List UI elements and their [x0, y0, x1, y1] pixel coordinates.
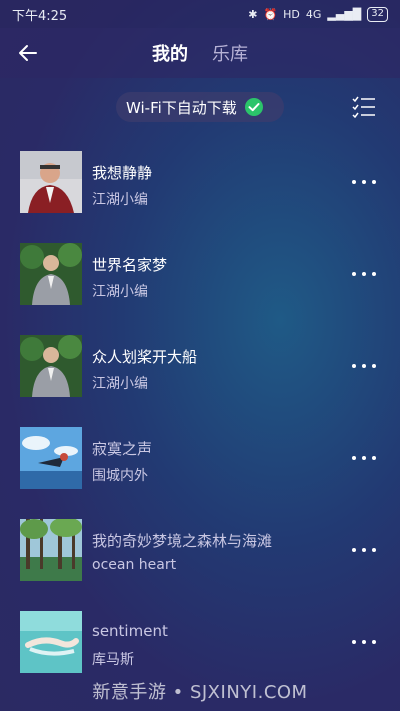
tab-bar: 我的 乐库	[0, 28, 400, 78]
song-title: 寂寞之声	[92, 440, 153, 458]
song-title: 我的奇妙梦境之森林与海滩	[92, 532, 273, 550]
song-artist: 库马斯	[92, 652, 134, 668]
alarm-icon: ⏰	[263, 7, 278, 21]
bluetooth-icon: ✱	[248, 7, 258, 21]
song-row[interactable]: 我的奇妙梦境之森林与海滩 ocean heart	[0, 518, 400, 610]
song-title: 我想静静	[92, 164, 153, 182]
album-cover	[20, 151, 82, 213]
album-cover	[20, 519, 82, 581]
multi-select-button[interactable]	[352, 96, 376, 119]
album-cover	[20, 427, 82, 489]
signal-icon: ▂▄▆█	[327, 7, 362, 21]
more-options-button[interactable]	[352, 454, 376, 462]
network-label: 4G	[305, 7, 322, 21]
song-row[interactable]: 寂寞之声 围城内外	[0, 426, 400, 518]
song-title: sentiment	[92, 622, 168, 640]
battery-icon: 32	[367, 6, 388, 22]
album-cover	[20, 611, 82, 673]
more-options-button[interactable]	[352, 362, 376, 370]
status-icons: ✱ ⏰ HD 4G ▂▄▆█ 32	[248, 6, 388, 22]
tab-mine[interactable]: 我的	[152, 40, 188, 66]
tab-library[interactable]: 乐库	[212, 40, 248, 66]
song-title: 世界名家梦	[92, 256, 168, 274]
more-options-button[interactable]	[352, 546, 376, 554]
wifi-auto-download-toggle[interactable]: Wi-Fi下自动下载	[116, 92, 284, 122]
check-circle-icon	[244, 98, 263, 116]
wifi-auto-download-label: Wi-Fi下自动下载	[126, 98, 237, 117]
song-row[interactable]: 我想静静 江湖小编	[0, 150, 400, 242]
status-time: 下午4:25	[12, 8, 68, 24]
song-artist: 江湖小编	[92, 376, 148, 392]
status-bar: 下午4:25 ✱ ⏰ HD 4G ▂▄▆█ 32	[0, 0, 400, 28]
song-list: 我想静静 江湖小编 世界名家梦 江湖小编 众人划桨开大船 江湖小编 寂寞之声 围…	[0, 150, 400, 702]
more-options-button[interactable]	[352, 270, 376, 278]
watermark: 新意手游 • SJXINYI.COM	[92, 682, 308, 703]
more-options-button[interactable]	[352, 638, 376, 646]
song-artist: 江湖小编	[92, 192, 148, 208]
album-cover	[20, 243, 82, 305]
header: 我的 乐库	[0, 28, 400, 78]
song-artist: ocean heart	[92, 557, 177, 573]
hd-icon: HD	[283, 7, 300, 21]
checklist-icon	[352, 96, 375, 119]
more-options-button[interactable]	[352, 178, 376, 186]
song-row[interactable]: 世界名家梦 江湖小编	[0, 242, 400, 334]
song-artist: 江湖小编	[92, 284, 148, 300]
song-artist: 围城内外	[92, 468, 148, 484]
album-cover	[20, 335, 82, 397]
song-title: 众人划桨开大船	[92, 348, 198, 366]
song-row[interactable]: 众人划桨开大船 江湖小编	[0, 334, 400, 426]
